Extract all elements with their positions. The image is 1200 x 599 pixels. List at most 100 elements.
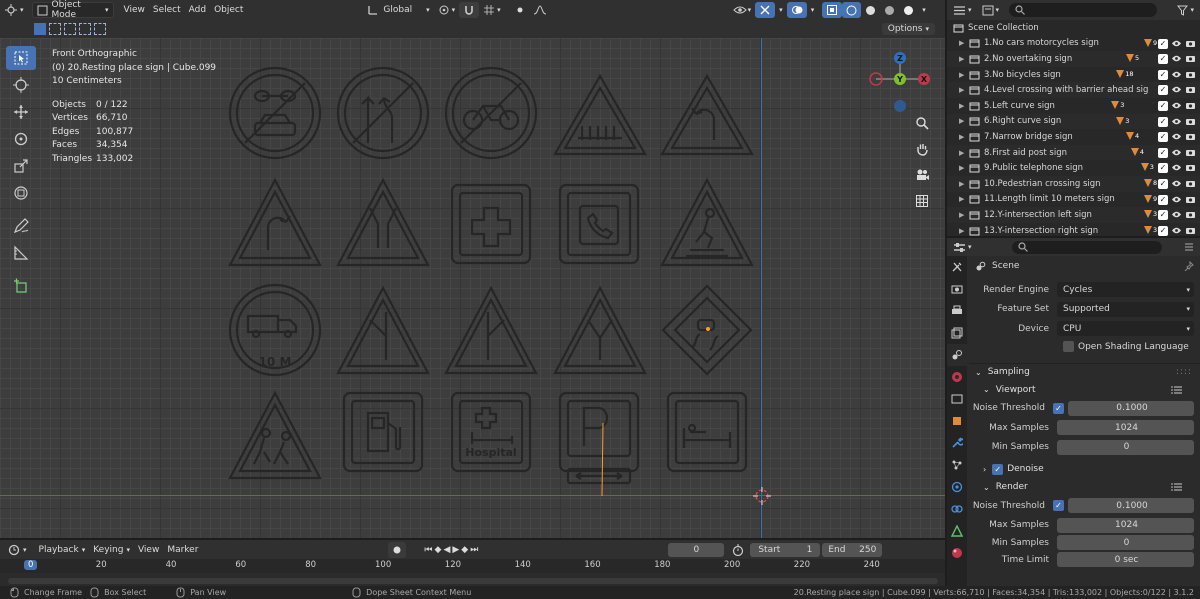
road-signs-mesh-group[interactable]: 10 M Hospital <box>220 66 760 498</box>
eye-icon[interactable] <box>1171 148 1182 157</box>
right-curve-sign[interactable] <box>228 177 322 267</box>
stopwatch-icon[interactable] <box>732 544 744 556</box>
playback-menu[interactable]: Playback ▾ <box>35 542 90 558</box>
tab-material[interactable] <box>947 542 967 564</box>
measure-tool-button[interactable] <box>6 241 36 265</box>
eye-icon[interactable] <box>1171 226 1182 235</box>
snap-button[interactable] <box>459 2 480 18</box>
hospital-sign[interactable] <box>450 391 532 473</box>
exclude-checkbox[interactable]: ✓ <box>1158 116 1168 127</box>
mode-dropdown[interactable]: Object Mode ▾ <box>31 0 114 20</box>
tab-tool[interactable] <box>947 256 967 278</box>
tab-output[interactable] <box>947 300 967 322</box>
exclude-checkbox[interactable]: ✓ <box>1158 100 1168 111</box>
properties-search-input[interactable] <box>1011 240 1162 254</box>
eye-icon[interactable] <box>1171 163 1182 172</box>
expand-arrow-icon[interactable]: ▶ <box>959 117 969 125</box>
tab-scene[interactable] <box>947 344 967 366</box>
play-icon[interactable]: ▶ <box>452 545 459 555</box>
y-intersection-right-sign[interactable] <box>444 285 538 375</box>
expand-arrow-icon[interactable]: ▶ <box>959 149 969 157</box>
camera-icon[interactable] <box>1185 132 1196 141</box>
eye-icon[interactable] <box>1171 210 1182 219</box>
outliner-collection-row[interactable]: ▶ 9.Public telephone sign 3 ✓ <box>947 160 1200 176</box>
expand-arrow-icon[interactable]: ▶ <box>959 211 969 219</box>
camera-icon[interactable] <box>1185 148 1196 157</box>
tab-world[interactable] <box>947 366 967 388</box>
level-crossing-sign[interactable] <box>553 73 647 156</box>
select-intersect-icon[interactable] <box>94 23 106 35</box>
exclude-checkbox[interactable]: ✓ <box>1158 69 1168 80</box>
gizmo-dropdown[interactable]: ▾ <box>775 2 787 18</box>
menu-select[interactable]: Select <box>149 2 185 18</box>
expand-arrow-icon[interactable]: ▶ <box>959 102 969 110</box>
annotate-tool-button[interactable] <box>6 214 36 238</box>
tab-data[interactable] <box>947 520 967 542</box>
vp-min-field[interactable]: 0 <box>1057 439 1194 455</box>
expand-arrow-icon[interactable]: ▶ <box>959 195 969 203</box>
end-frame-field[interactable]: End 250 <box>822 542 883 557</box>
menu-add[interactable]: Add <box>185 2 210 18</box>
y-intersection-left-sign[interactable] <box>336 285 430 375</box>
gizmo-neg-z-axis[interactable] <box>894 100 906 112</box>
menu-object[interactable]: Object <box>210 2 247 18</box>
expand-arrow-icon[interactable]: ▶ <box>959 71 969 79</box>
tab-view-layer[interactable] <box>947 322 967 344</box>
visibility-button[interactable]: ▾ <box>729 2 756 18</box>
filter-icon[interactable] <box>1177 5 1189 16</box>
shading-dropdown[interactable]: ▾ <box>918 2 930 18</box>
keying-menu[interactable]: Keying ▾ <box>89 542 134 558</box>
denoise-checkbox[interactable]: ✓ <box>992 463 1004 475</box>
render-engine-dropdown[interactable]: Cycles ▾ <box>1057 282 1194 298</box>
menu-view[interactable]: View <box>120 2 149 18</box>
exclude-checkbox[interactable]: ✓ <box>1158 147 1168 158</box>
no-overtaking-sign[interactable] <box>336 66 430 160</box>
camera-icon[interactable] <box>1185 85 1196 94</box>
outliner-collection-row[interactable]: ▶ 8.First aid post sign 4 ✓ <box>947 144 1200 161</box>
exclude-checkbox[interactable]: ✓ <box>1158 210 1168 221</box>
rotate-tool-button[interactable] <box>6 127 36 151</box>
move-tool-button[interactable] <box>6 100 36 124</box>
outliner-collection-row[interactable]: ▶ 13.Y-intersection right sign 3 ✓ <box>947 223 1200 236</box>
cursor-tool-button[interactable] <box>6 73 36 97</box>
r-noise-checkbox[interactable]: ✓ <box>1053 500 1064 512</box>
shading-material-button[interactable] <box>880 2 899 18</box>
exclude-checkbox[interactable]: ✓ <box>1158 54 1168 65</box>
pivot-point-button[interactable]: ▾ <box>434 2 460 18</box>
tab-object[interactable] <box>947 410 967 432</box>
display-mode-icon[interactable] <box>982 5 994 16</box>
children-crossing-sign[interactable] <box>228 390 322 480</box>
tab-particles[interactable] <box>947 454 967 476</box>
expand-arrow-icon[interactable]: ▶ <box>959 164 969 172</box>
camera-icon[interactable] <box>1185 39 1196 48</box>
expand-arrow-icon[interactable]: ▶ <box>959 55 969 63</box>
marker-menu[interactable]: Marker <box>163 542 202 558</box>
timeline-scrollbar[interactable] <box>8 578 938 584</box>
fuel-station-sign[interactable] <box>342 391 424 473</box>
camera-icon[interactable] <box>1185 70 1196 79</box>
overlay-dropdown[interactable]: ▾ <box>807 2 819 18</box>
outliner-editor-icon[interactable] <box>953 5 966 16</box>
tab-collection[interactable] <box>947 388 967 410</box>
exclude-checkbox[interactable]: ✓ <box>1158 163 1168 174</box>
jump-end-icon[interactable]: ⏭ <box>470 545 478 555</box>
scale-tool-button[interactable] <box>6 154 36 178</box>
shading-rendered-button[interactable] <box>899 2 918 18</box>
expand-arrow-icon[interactable]: ▶ <box>959 133 969 141</box>
frame-ruler[interactable]: 0 20 40 60 80 100 120 140 160 180 200 220 240 <box>0 559 945 573</box>
expand-arrow-icon[interactable]: ▶ <box>959 180 969 188</box>
r-min-field[interactable]: 0 <box>1057 535 1194 550</box>
camera-icon[interactable] <box>1185 101 1196 110</box>
exclude-checkbox[interactable]: ✓ <box>1158 132 1168 143</box>
outliner-collection-row[interactable]: ▶ 4.Level crossing with barrier ahead sig… <box>947 82 1200 98</box>
add-cube-tool-button[interactable] <box>6 274 36 298</box>
panel-options-icon[interactable] <box>1184 242 1194 252</box>
expand-arrow-icon[interactable]: ▶ <box>959 227 969 235</box>
eye-icon[interactable] <box>1171 70 1182 79</box>
select-invert-icon[interactable] <box>79 23 91 35</box>
device-dropdown[interactable]: CPU ▾ <box>1057 321 1194 337</box>
tab-render[interactable] <box>947 278 967 300</box>
narrow-bridge-sign[interactable] <box>336 177 430 267</box>
outliner-collection-row[interactable]: ▶ 7.Narrow bridge sign 4 ✓ <box>947 129 1200 145</box>
outliner-collection-row[interactable]: ▶ 2.No overtaking sign 5 ✓ <box>947 51 1200 67</box>
